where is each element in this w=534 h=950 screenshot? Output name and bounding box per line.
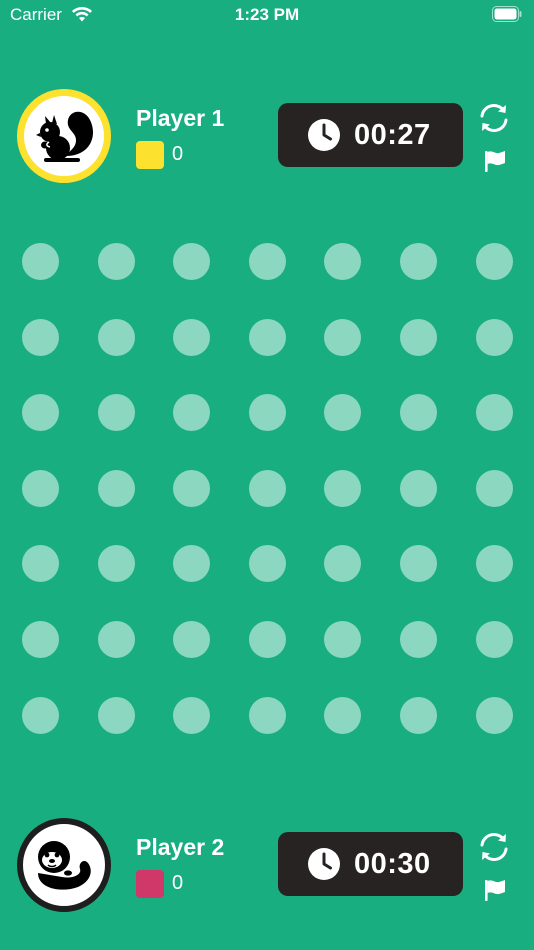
board-dot[interactable]: [324, 318, 362, 356]
board-dot[interactable]: [173, 545, 211, 583]
board-dot[interactable]: [400, 545, 437, 583]
board-dot[interactable]: [475, 621, 513, 658]
board-dot[interactable]: [324, 394, 362, 432]
battery-icon: [492, 6, 522, 22]
board-dot[interactable]: [324, 696, 362, 734]
player-1-timer: 00:27: [278, 103, 463, 167]
board-dot[interactable]: [173, 696, 211, 734]
player-1-avatar: [17, 89, 111, 183]
board-dot[interactable]: [248, 243, 286, 280]
player-1-timer-value: 00:27: [354, 119, 431, 151]
board-dot[interactable]: [248, 621, 286, 658]
player-2-timer-value: 00:30: [354, 848, 431, 880]
board-dot[interactable]: [97, 243, 135, 280]
squirrel-icon: [36, 111, 93, 162]
status-time: 1:23 PM: [234, 5, 300, 24]
flag-icon[interactable]: [483, 149, 507, 173]
player-2-name: Player 2: [136, 834, 225, 860]
board-dot[interactable]: [475, 545, 513, 583]
board-dot[interactable]: [22, 545, 59, 583]
board-dot[interactable]: [173, 469, 211, 507]
board-dot[interactable]: [22, 621, 59, 658]
board-dot[interactable]: [400, 469, 437, 507]
board-dot[interactable]: [97, 545, 135, 583]
board-dot[interactable]: [248, 469, 286, 507]
board-dot[interactable]: [324, 469, 362, 507]
board-dot[interactable]: [324, 243, 362, 280]
board-dot[interactable]: [22, 394, 59, 432]
board-dot[interactable]: [400, 318, 437, 356]
board-dot[interactable]: [97, 696, 135, 734]
board-dot[interactable]: [475, 243, 513, 280]
board-dot[interactable]: [22, 469, 59, 507]
clock-icon: [308, 119, 340, 151]
player-2-panel: Player 2 0 00:30: [0, 815, 534, 915]
board-dot[interactable]: [97, 621, 135, 658]
clock-icon: [308, 848, 340, 880]
player-1-color-swatch: [136, 141, 164, 169]
rotate-icon[interactable]: [476, 829, 512, 865]
board-dot[interactable]: [97, 394, 135, 432]
board-dot[interactable]: [22, 696, 59, 734]
otter-icon: [38, 841, 91, 890]
board-dot[interactable]: [22, 243, 59, 280]
player-2-avatar: [17, 818, 111, 912]
board-dot[interactable]: [475, 394, 513, 432]
rotate-icon[interactable]: [476, 100, 512, 136]
board-dot[interactable]: [400, 243, 437, 280]
board-dot[interactable]: [324, 621, 362, 658]
board-dot[interactable]: [324, 545, 362, 583]
player-1-score: 0: [172, 143, 184, 165]
board-dot[interactable]: [475, 469, 513, 507]
player-2-timer: 00:30: [278, 832, 463, 896]
board-dot[interactable]: [475, 318, 513, 356]
player-1-panel: Player 1 0 00:27: [0, 86, 534, 186]
board-dot[interactable]: [173, 394, 211, 432]
board-dot[interactable]: [22, 318, 59, 356]
board-dot[interactable]: [173, 318, 211, 356]
board-dot[interactable]: [97, 469, 135, 507]
board-dot[interactable]: [475, 696, 513, 734]
board-dot[interactable]: [173, 621, 211, 658]
board-dot[interactable]: [400, 696, 437, 734]
board-dot[interactable]: [248, 318, 286, 356]
board-dot[interactable]: [248, 545, 286, 583]
player-2-score: 0: [172, 872, 184, 894]
status-bar: Carrier 1:23 PM: [0, 0, 534, 32]
board-dot[interactable]: [97, 318, 135, 356]
board-dot[interactable]: [400, 621, 437, 658]
flag-icon[interactable]: [483, 878, 507, 902]
player-2-color-swatch: [136, 870, 164, 898]
board-dot[interactable]: [248, 696, 286, 734]
board-dot[interactable]: [173, 243, 211, 280]
board-dot[interactable]: [248, 394, 286, 432]
player-1-name: Player 1: [136, 105, 225, 131]
game-board: [0, 225, 534, 755]
board-dot[interactable]: [400, 394, 437, 432]
